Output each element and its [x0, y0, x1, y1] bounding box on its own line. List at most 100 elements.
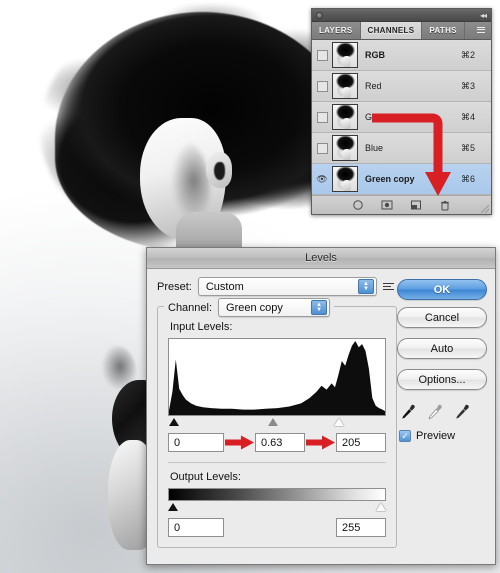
eye-icon-off	[316, 49, 328, 61]
channel-shortcut-green-copy: ⌘6	[461, 173, 476, 184]
ok-button[interactable]: OK	[397, 279, 487, 300]
panel-close-dot[interactable]	[316, 12, 323, 19]
tab-channels[interactable]: CHANNELS	[360, 22, 423, 39]
input-levels-histogram	[168, 338, 386, 416]
channel-value: Green copy	[226, 301, 283, 314]
channel-list: RGB ⌘2 Red ⌘3 Green ⌘4 Blue ⌘5 👁 Green c…	[312, 40, 491, 195]
arrow-gap-1	[224, 435, 255, 450]
delete-channel-icon[interactable]	[439, 199, 451, 211]
channel-row-green[interactable]: Green ⌘4	[312, 102, 491, 133]
input-white-field[interactable]: 205	[336, 433, 386, 452]
channel-row-blue[interactable]: Blue ⌘5	[312, 133, 491, 164]
channel-thumbnail-rgb	[332, 42, 358, 68]
white-point-slider[interactable]	[334, 418, 345, 426]
preview-label: Preview	[416, 430, 456, 442]
eye-icon: 👁	[316, 173, 328, 184]
save-selection-as-channel-icon[interactable]	[381, 199, 393, 211]
input-gamma-field[interactable]: 0.63	[255, 433, 305, 452]
panel-resize-grip[interactable]	[481, 205, 489, 213]
output-levels-gradient	[168, 488, 386, 501]
tab-layers[interactable]: LAYERS	[312, 22, 361, 39]
visibility-toggle-rgb[interactable]	[312, 40, 332, 70]
set-gray-point-eyedropper[interactable]	[428, 404, 443, 420]
panel-tabs: LAYERS CHANNELS PATHS	[312, 22, 491, 40]
dialog-title: Levels	[147, 248, 495, 269]
channel-row-green-copy[interactable]: 👁 Green copy ⌘6	[312, 164, 491, 195]
arrow-to-input-gamma-field	[224, 435, 254, 450]
input-levels-fields: 0 0.63 205	[168, 433, 386, 452]
dialog-left-column: Preset: Custom ▲ ▼ Channel: Green copy ▲ ▼	[157, 277, 397, 548]
channels-panel-footer	[312, 195, 491, 214]
preset-value: Custom	[205, 280, 244, 293]
double-chevron-icon[interactable]: ◂◂	[480, 11, 487, 20]
screenshot-root: ◂◂ LAYERS CHANNELS PATHS RGB ⌘2 Red ⌘3 G…	[0, 0, 500, 573]
channel-name-red: Red	[365, 81, 382, 91]
channel-fieldset: Channel: Green copy ▲ ▼ Input Levels: 0 …	[157, 298, 397, 548]
output-black-field[interactable]: 0	[168, 518, 224, 537]
preset-row: Preset: Custom ▲ ▼	[157, 277, 397, 296]
output-white-field[interactable]: 255	[336, 518, 386, 537]
arrow-to-input-white-field	[305, 435, 335, 450]
visibility-toggle-green-copy[interactable]: 👁	[312, 164, 332, 194]
channel-thumbnail-red	[332, 73, 358, 99]
set-white-point-eyedropper[interactable]	[455, 404, 470, 420]
stepper-icon[interactable]: ▲ ▼	[358, 279, 374, 294]
channel-shortcut-red: ⌘3	[461, 80, 476, 91]
dialog-divider	[168, 462, 386, 463]
stepper-icon[interactable]: ▲ ▼	[311, 300, 328, 315]
ear-inner-shadow	[214, 162, 225, 180]
output-white-slider[interactable]	[376, 503, 386, 511]
dialog-body: Preset: Custom ▲ ▼ Channel: Green copy ▲ ▼	[147, 269, 495, 565]
set-black-point-eyedropper[interactable]	[401, 404, 416, 420]
preset-select[interactable]: Custom ▲ ▼	[197, 277, 377, 296]
visibility-toggle-red[interactable]	[312, 71, 332, 101]
preset-options-icon[interactable]	[383, 282, 397, 291]
output-levels-fields: 0 255	[168, 518, 386, 537]
channels-panel[interactable]: ◂◂ LAYERS CHANNELS PATHS RGB ⌘2 Red ⌘3 G…	[311, 8, 492, 215]
new-channel-icon[interactable]	[410, 199, 422, 211]
channel-thumbnail-green-copy	[332, 166, 358, 192]
gamma-slider[interactable]	[267, 418, 278, 426]
black-point-slider[interactable]	[169, 418, 180, 426]
channel-thumbnail-blue	[332, 135, 358, 161]
input-levels-sliders	[168, 417, 386, 429]
output-black-slider[interactable]	[168, 503, 178, 511]
tab-paths[interactable]: PATHS	[422, 22, 465, 39]
channel-shortcut-blue: ⌘5	[461, 142, 476, 153]
arrow-gap-2	[305, 435, 336, 450]
output-levels-sliders	[168, 502, 386, 514]
channel-name-green: Green	[365, 112, 391, 122]
preset-label: Preset:	[157, 280, 192, 293]
histogram-plot	[169, 341, 385, 415]
channel-legend: Channel: Green copy ▲ ▼	[164, 298, 335, 317]
channel-name-rgb: RGB	[365, 50, 385, 60]
channel-thumbnail-green	[332, 104, 358, 130]
preview-checkbox[interactable]: ✓	[399, 430, 411, 442]
channel-label: Channel:	[168, 301, 213, 314]
options-button[interactable]: Options...	[397, 369, 487, 390]
channel-shortcut-green: ⌘4	[461, 111, 476, 122]
auto-button[interactable]: Auto	[397, 338, 487, 359]
input-black-field[interactable]: 0	[168, 433, 224, 452]
eye-icon-off	[316, 80, 328, 92]
channel-row-rgb[interactable]: RGB ⌘2	[312, 40, 491, 71]
channel-row-red[interactable]: Red ⌘3	[312, 71, 491, 102]
channel-name-green-copy: Green copy	[365, 174, 415, 184]
channel-select[interactable]: Green copy ▲ ▼	[218, 298, 331, 317]
panel-menu-icon[interactable]	[471, 22, 491, 39]
eye-icon-off	[316, 111, 328, 123]
visibility-toggle-green[interactable]	[312, 102, 332, 132]
dialog-button-column: OK Cancel Auto Options... ✓ Preview	[397, 279, 487, 442]
load-selection-icon[interactable]	[352, 199, 364, 211]
eyedropper-group	[401, 404, 487, 420]
levels-dialog[interactable]: Levels Preset: Custom ▲▼ Channel: Green	[146, 247, 496, 565]
panel-title-bar: ◂◂	[312, 9, 491, 22]
input-levels-label: Input Levels:	[170, 321, 233, 333]
cancel-button[interactable]: Cancel	[397, 307, 487, 328]
visibility-toggle-blue[interactable]	[312, 133, 332, 163]
channel-name-blue: Blue	[365, 143, 384, 153]
preview-row[interactable]: ✓ Preview	[399, 430, 487, 442]
eye-icon-off	[316, 142, 328, 154]
channel-shortcut-rgb: ⌘2	[461, 49, 476, 60]
output-levels-label: Output Levels:	[170, 471, 241, 483]
